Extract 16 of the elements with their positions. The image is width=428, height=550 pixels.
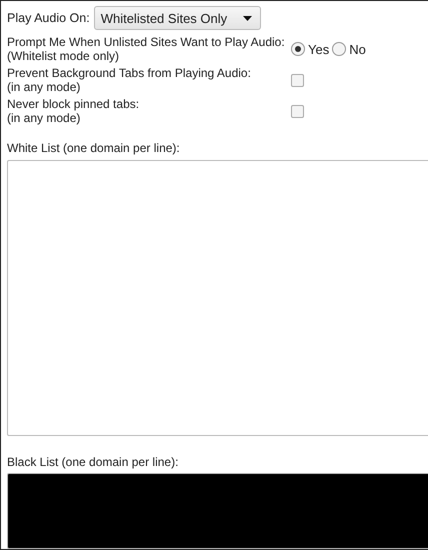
- option-label: Never block pinned tabs: (in any mode): [7, 97, 140, 125]
- radio-button[interactable]: [332, 42, 346, 56]
- blocked-sites-label: Black List (one domain per line):: [7, 455, 180, 470]
- caret-icon: [243, 16, 252, 20]
- mode-dropdown[interactable]: Whitelisted Sites Only: [94, 6, 262, 30]
- play-audio-label: Play Audio On:: [7, 11, 90, 25]
- radio-label: No: [349, 42, 366, 56]
- allowed-sites-field[interactable]: [7, 160, 428, 436]
- allowed-sites-label: White List (one domain per line):: [7, 141, 181, 155]
- prompt-label: Prompt Me When Unlisted Sites Want to Play Audio: (Whitelist mode only): [7, 35, 286, 63]
- radio-label: Yes: [308, 42, 330, 56]
- blocked-sites-field[interactable]: [7, 473, 428, 549]
- checkbox[interactable]: [291, 104, 304, 118]
- radio-button[interactable]: [291, 42, 305, 56]
- option-label: Prevent Background Tabs from Playing Audio: (in any mode): [7, 66, 252, 94]
- checkbox[interactable]: [291, 74, 304, 86]
